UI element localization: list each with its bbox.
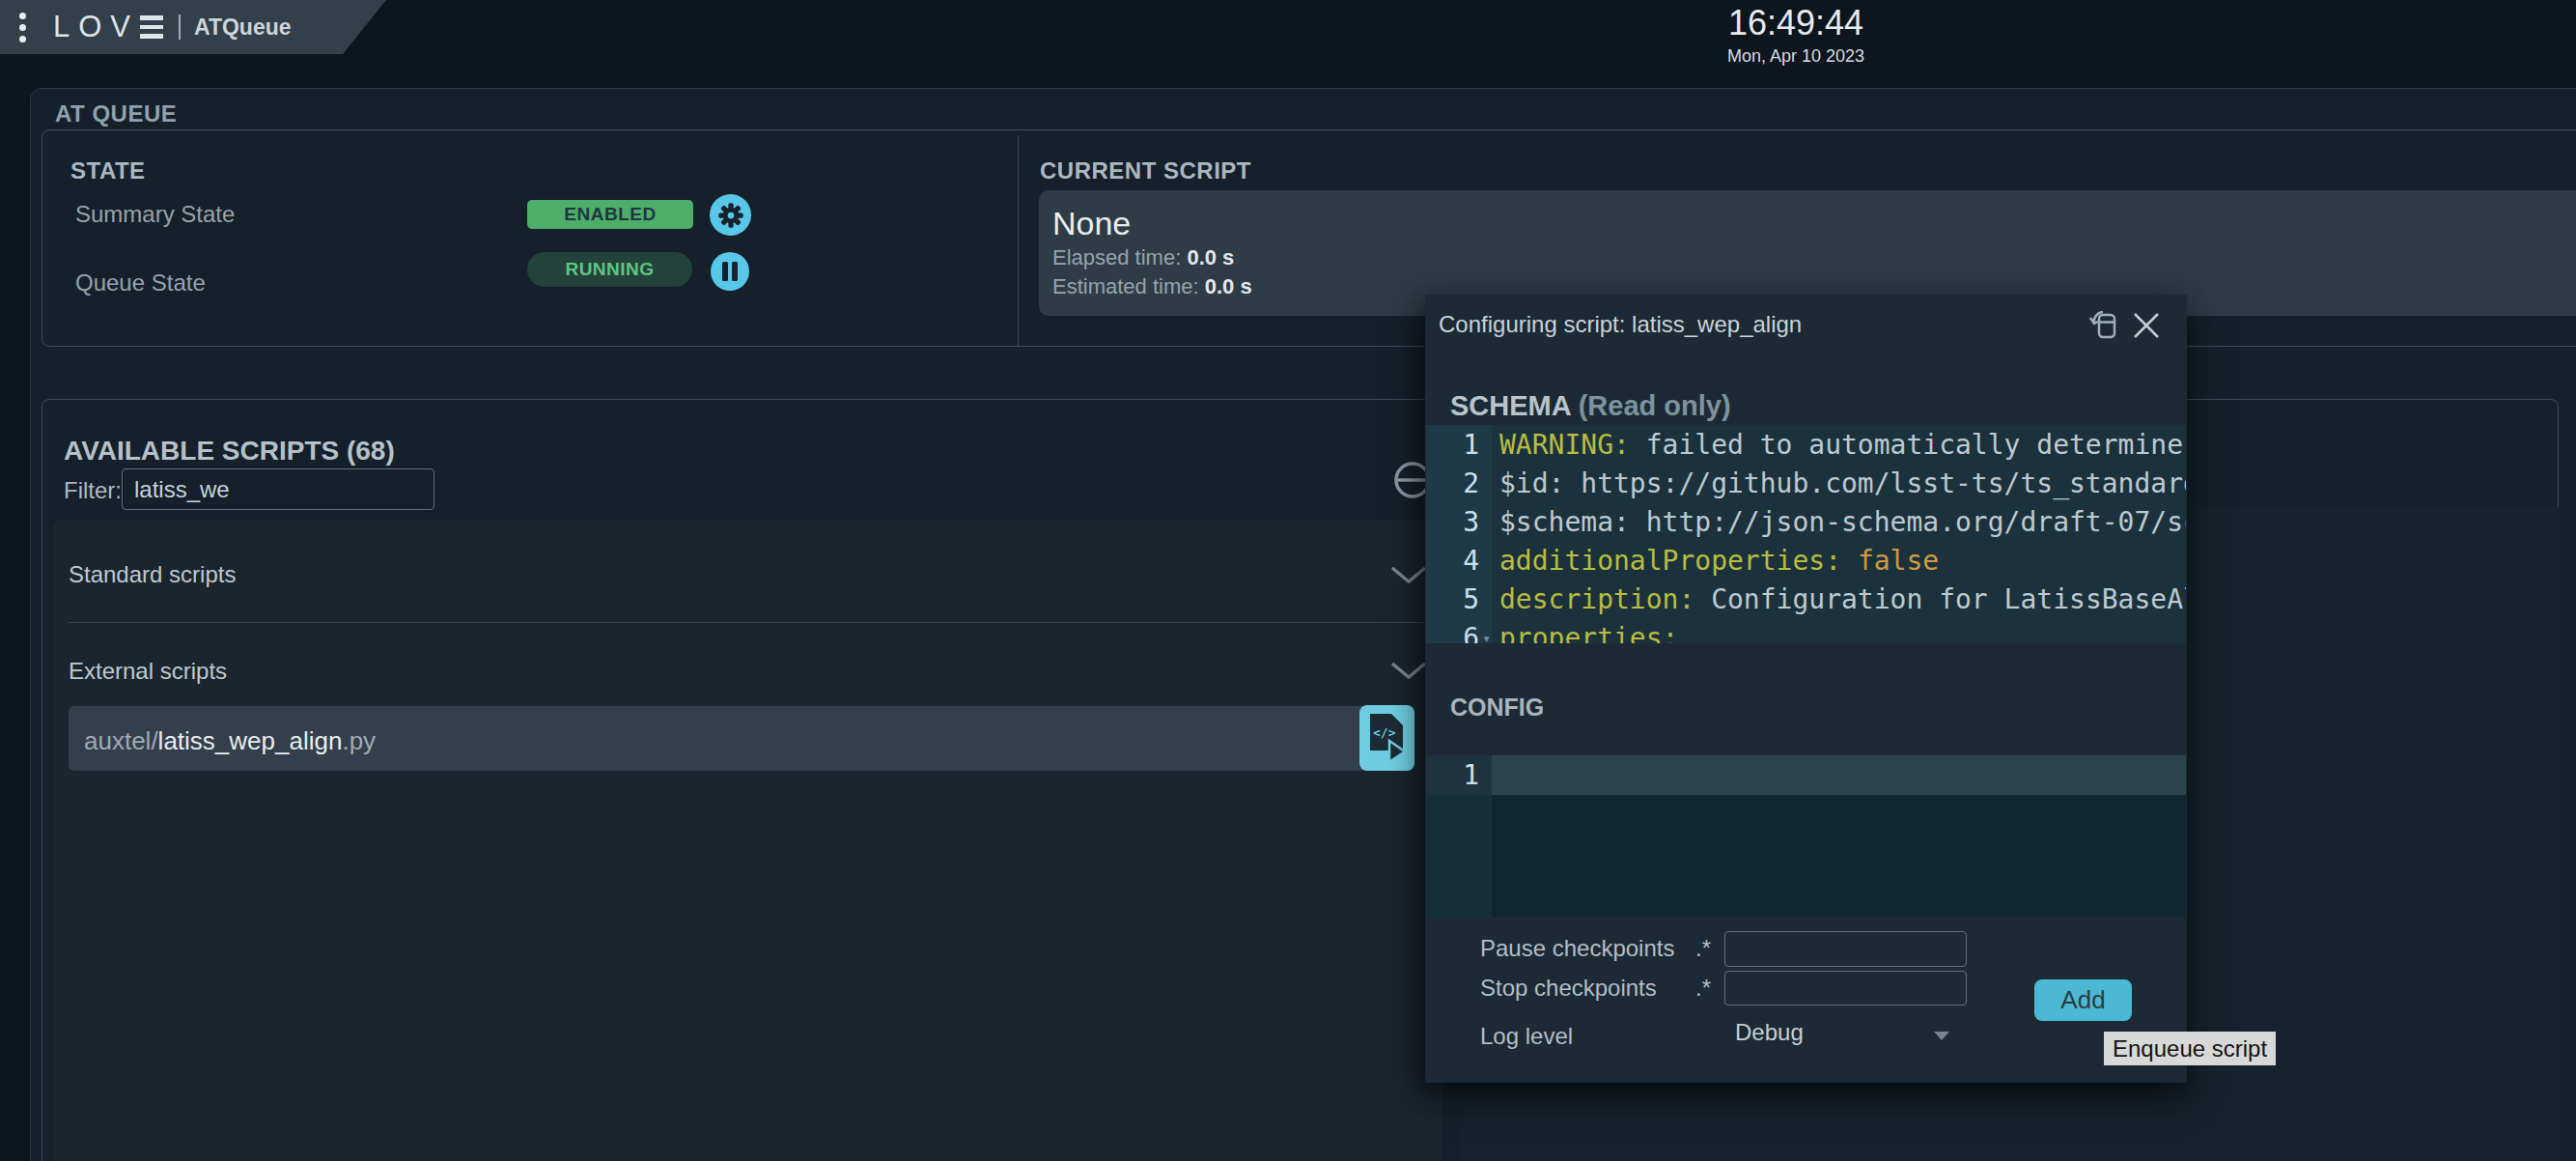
- summary-state-badge: ENABLED: [527, 200, 693, 229]
- modal-title: Configuring script: latiss_wep_align: [1439, 311, 1802, 338]
- queue-state-label: Queue State: [75, 271, 206, 295]
- estimated-time-row: Estimated time: 0.0 s: [1052, 274, 1252, 299]
- current-script-name: None: [1052, 205, 1131, 242]
- group-divider: [69, 622, 1426, 623]
- queue-pause-button[interactable]: [711, 252, 749, 291]
- chevron-down-icon[interactable]: [1390, 566, 1427, 588]
- pause-checkpoints-label: Pause checkpoints: [1480, 937, 1674, 960]
- filter-label: Filter:: [64, 479, 122, 502]
- column-divider: [1018, 135, 1019, 347]
- elapsed-time-row: Elapsed time: 0.0 s: [1052, 245, 1234, 270]
- close-icon: [2131, 310, 2162, 341]
- script-launch-icon: </>: [1366, 712, 1409, 764]
- app-title: ATQueue: [194, 14, 292, 41]
- clock: 16:49:44 Mon, Apr 10 2023: [1661, 3, 1931, 67]
- group-standard-scripts[interactable]: Standard scripts: [69, 561, 236, 588]
- config-label: CONFIG: [1450, 694, 1544, 722]
- state-section-title: STATE: [70, 157, 146, 184]
- group-external-scripts[interactable]: External scripts: [69, 658, 227, 685]
- log-level-select[interactable]: Debug: [1735, 1019, 1804, 1046]
- summary-state-settings-button[interactable]: [710, 194, 751, 236]
- logo-e-bars: [140, 15, 163, 39]
- filter-input[interactable]: [122, 468, 434, 510]
- stop-checkpoints-suffix: .*: [1695, 977, 1711, 1000]
- close-button[interactable]: [2131, 310, 2162, 341]
- schema-editor[interactable]: 1WARNING: failed to automatically determ…: [1426, 425, 2186, 643]
- summary-state-label: Summary State: [75, 203, 235, 226]
- select-caret-icon: [1934, 1032, 1949, 1040]
- scripts-list-container: [53, 520, 1442, 1161]
- clock-time: 16:49:44: [1661, 3, 1931, 43]
- clock-date: Mon, Apr 10 2023: [1661, 46, 1931, 67]
- love-logo: LOV: [53, 10, 163, 44]
- panel-title: AT QUEUE: [55, 100, 177, 127]
- atqueue-page: LOV ATQueue 16:49:44 Mon, Apr 10 2023 AT…: [0, 0, 2576, 1161]
- stop-checkpoints-input[interactable]: [1724, 971, 1967, 1005]
- log-level-label: Log level: [1480, 1025, 1573, 1048]
- logo-separator: [179, 14, 181, 40]
- current-script-title: CURRENT SCRIPT: [1040, 157, 1251, 184]
- config-editor[interactable]: 1: [1426, 755, 2186, 918]
- chevron-down-icon[interactable]: [1390, 662, 1427, 684]
- queue-state-badge: RUNNING: [527, 252, 692, 287]
- pause-icon: [721, 262, 739, 281]
- stop-checkpoints-label: Stop checkpoints: [1480, 977, 1657, 1000]
- configure-script-modal: Configuring script: latiss_wep_align SCH…: [1425, 295, 2187, 1083]
- add-button[interactable]: Add: [2034, 979, 2132, 1021]
- available-scripts-title: AVAILABLE SCRIPTS (68): [64, 436, 395, 467]
- copy-button[interactable]: [2086, 308, 2121, 343]
- configure-script-button[interactable]: </>: [1359, 705, 1414, 771]
- pause-checkpoints-suffix: .*: [1695, 937, 1711, 960]
- gear-icon: [716, 201, 745, 230]
- svg-text:</>: </>: [1373, 725, 1396, 740]
- copy-rotate-icon: [2086, 308, 2121, 343]
- script-name: auxtel/latiss_wep_align.py: [84, 726, 376, 756]
- enqueue-script-tooltip: Enqueue script: [2104, 1032, 2276, 1065]
- pause-checkpoints-input[interactable]: [1724, 931, 1967, 967]
- top-banner: LOV ATQueue: [0, 0, 386, 54]
- schema-label: SCHEMA (Read only): [1450, 390, 1731, 422]
- menu-dots-icon[interactable]: [19, 13, 26, 42]
